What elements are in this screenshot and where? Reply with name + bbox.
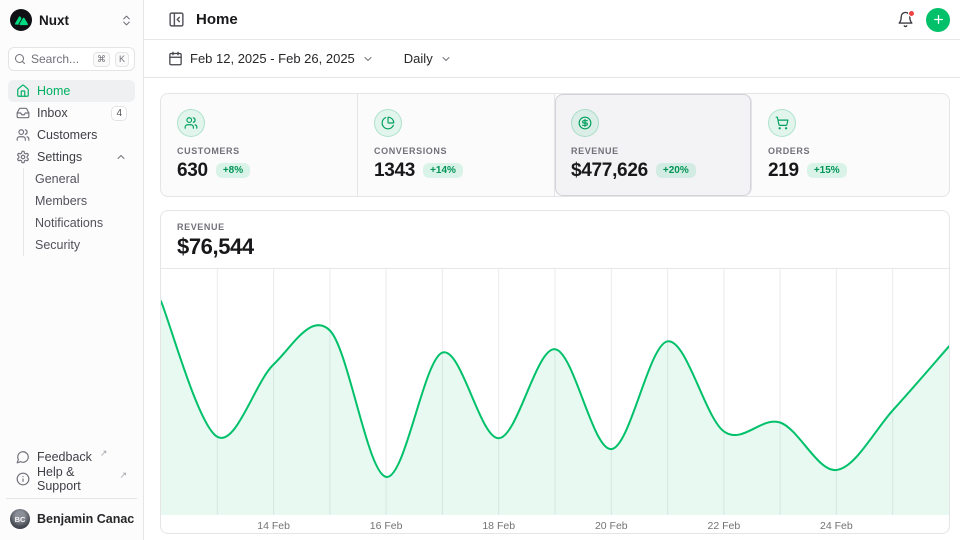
stat-value: $477,626: [571, 160, 648, 182]
stat-label: ORDERS: [768, 146, 933, 156]
home-icon: [16, 84, 30, 98]
stat-delta-badge: +20%: [656, 163, 696, 178]
stat-delta-badge: +15%: [807, 163, 847, 178]
sidebar-item-security[interactable]: Security: [35, 234, 135, 256]
sidebar-item-settings[interactable]: Settings: [8, 146, 135, 168]
date-range-value: Feb 12, 2025 - Feb 26, 2025: [190, 51, 355, 66]
stat-card-conversions[interactable]: CONVERSIONS 1343 +14%: [358, 94, 555, 196]
sidebar-item-label: Inbox: [37, 106, 68, 120]
notifications-button[interactable]: [897, 11, 914, 28]
sidebar-item-inbox[interactable]: Inbox 4: [8, 102, 135, 124]
sidebar: Nuxt Search... ⌘ K Home Inbox 4: [0, 0, 144, 540]
chevrons-up-down-icon: [120, 14, 133, 27]
sidebar-nav: Home Inbox 4 Customers Settings Ge: [8, 80, 135, 256]
date-range-picker[interactable]: Feb 12, 2025 - Feb 26, 2025: [166, 47, 376, 70]
chart-header: REVENUE $76,544: [161, 211, 949, 269]
sidebar-item-notifications[interactable]: Notifications: [35, 212, 135, 234]
top-bar: Home: [144, 0, 960, 40]
chevron-down-icon: [440, 53, 452, 65]
chart-metric-value: $76,544: [177, 234, 933, 260]
inbox-count-badge: 4: [111, 106, 127, 121]
panel-left-close-icon: [168, 11, 185, 28]
settings-submenu: General Members Notifications Security: [23, 168, 135, 256]
stats-row: CUSTOMERS 630 +8% CONVERSIONS 1343 +14%: [160, 93, 950, 197]
stat-card-orders[interactable]: ORDERS 219 +15%: [752, 94, 949, 196]
chart-metric-label: REVENUE: [177, 222, 933, 232]
kbd-key: K: [115, 52, 129, 67]
user-menu[interactable]: BC Benjamin Canac: [8, 506, 135, 532]
cart-icon: [768, 109, 796, 137]
svg-text:16 Feb: 16 Feb: [370, 520, 403, 532]
plus-icon: [932, 13, 945, 26]
sidebar-divider: [6, 498, 137, 499]
stat-value: 219: [768, 160, 799, 182]
dollar-circle-icon: [571, 109, 599, 137]
message-icon: [16, 450, 30, 464]
workspace-name: Nuxt: [39, 13, 113, 28]
chart-svg: 14 Feb 16 Feb 18 Feb 20 Feb 22 Feb 24 Feb: [161, 269, 949, 533]
search-icon: [14, 53, 26, 65]
sidebar-item-general[interactable]: General: [35, 168, 135, 190]
sidebar-item-label: Settings: [37, 150, 82, 164]
users-icon: [177, 109, 205, 137]
sidebar-item-label: Help & Support: [37, 465, 111, 493]
sidebar-item-label: Feedback: [37, 450, 92, 464]
gear-icon: [16, 150, 30, 164]
svg-text:18 Feb: 18 Feb: [482, 520, 515, 532]
pie-chart-icon: [374, 109, 402, 137]
search-placeholder: Search...: [31, 52, 88, 66]
collapse-sidebar-button[interactable]: [166, 9, 187, 30]
user-name: Benjamin Canac: [37, 512, 134, 526]
main-panel: Home Feb 12, 2025 - Feb 26, 2025: [144, 0, 960, 540]
notification-dot: [908, 10, 915, 17]
sidebar-item-label: Home: [37, 84, 70, 98]
external-link-icon: ↗: [119, 470, 127, 481]
add-button[interactable]: [926, 8, 950, 32]
sidebar-spacer: [8, 256, 135, 446]
stat-value: 1343: [374, 160, 415, 182]
svg-text:20 Feb: 20 Feb: [595, 520, 628, 532]
workspace-switcher[interactable]: Nuxt: [8, 8, 135, 32]
inbox-icon: [16, 106, 30, 120]
chevron-up-icon: [115, 151, 127, 163]
stat-delta-badge: +8%: [216, 163, 250, 178]
sidebar-item-label: Customers: [37, 128, 97, 142]
granularity-select[interactable]: Daily: [402, 47, 454, 70]
calendar-icon: [168, 51, 183, 66]
nuxt-logo: [10, 9, 32, 31]
sidebar-item-help-support[interactable]: Help & Support ↗: [8, 468, 135, 490]
stat-card-customers[interactable]: CUSTOMERS 630 +8%: [161, 94, 358, 196]
stat-label: REVENUE: [571, 146, 735, 156]
kbd-meta: ⌘: [93, 52, 110, 67]
info-icon: [16, 472, 30, 486]
svg-text:24 Feb: 24 Feb: [820, 520, 853, 532]
chevron-down-icon: [362, 53, 374, 65]
sidebar-item-members[interactable]: Members: [35, 190, 135, 212]
svg-text:22 Feb: 22 Feb: [708, 520, 741, 532]
dashboard-content: CUSTOMERS 630 +8% CONVERSIONS 1343 +14%: [144, 78, 960, 540]
search-input[interactable]: Search... ⌘ K: [8, 47, 135, 71]
stat-card-revenue[interactable]: REVENUE $477,626 +20%: [555, 94, 752, 196]
sidebar-item-home[interactable]: Home: [8, 80, 135, 102]
stat-label: CUSTOMERS: [177, 146, 341, 156]
avatar: BC: [10, 509, 30, 529]
stat-delta-badge: +14%: [423, 163, 463, 178]
sidebar-item-customers[interactable]: Customers: [8, 124, 135, 146]
svg-text:14 Feb: 14 Feb: [257, 520, 290, 532]
revenue-area-chart[interactable]: 14 Feb 16 Feb 18 Feb 20 Feb 22 Feb 24 Feb: [161, 269, 949, 533]
users-icon: [16, 128, 30, 142]
revenue-chart-card: REVENUE $76,544 14 Feb 16 Feb 18 Feb 20 Feb…: [160, 210, 950, 534]
external-link-icon: ↗: [100, 448, 108, 459]
top-bar-actions: [897, 8, 950, 32]
granularity-value: Daily: [404, 51, 433, 66]
page-title: Home: [196, 11, 238, 28]
stat-value: 630: [177, 160, 208, 182]
stat-label: CONVERSIONS: [374, 146, 538, 156]
filter-toolbar: Feb 12, 2025 - Feb 26, 2025 Daily: [144, 40, 960, 78]
